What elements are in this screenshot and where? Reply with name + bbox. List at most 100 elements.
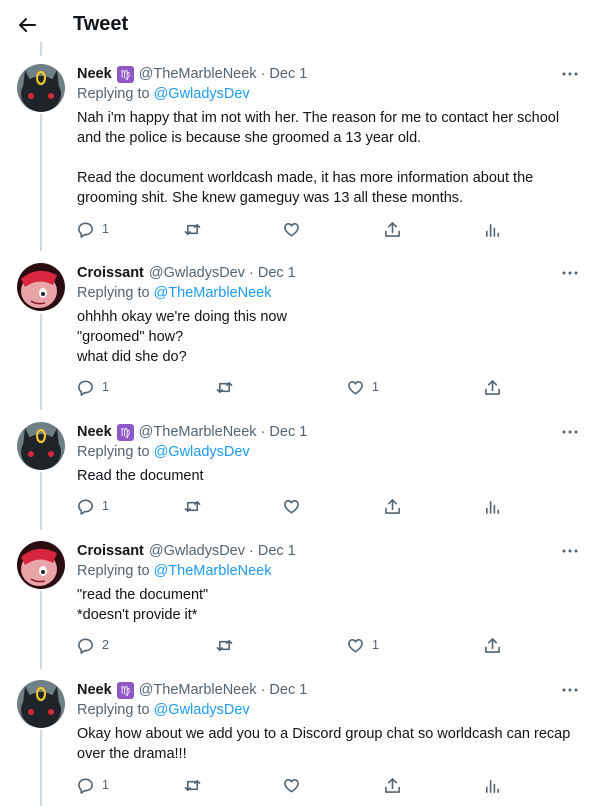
top-bar: Tweet [0,0,595,50]
action-bar: 1 [77,218,507,240]
tweet-text: Nah i'm happy that im not with her. The … [77,110,560,206]
replying-label: Replying to [77,86,150,102]
replying-to-handle[interactable]: @TheMarbleNeek [154,285,272,301]
separator-dot: · [260,66,266,82]
heart-icon [284,222,299,236]
like-button[interactable] [283,774,300,796]
avatar[interactable] [17,263,65,311]
analytics-icon [486,779,499,793]
author-handle[interactable]: @TheMarbleNeek [139,66,257,82]
more-options-button[interactable] [559,680,581,700]
reply-button[interactable]: 1 [77,218,109,240]
tweet-text: Read the document [77,468,204,484]
tweet[interactable]: Neek ♍ @TheMarbleNeek · Dec 1 Replying t… [0,680,595,800]
page-title: Tweet [73,13,129,35]
analytics-button[interactable] [484,495,501,517]
replying-to-handle[interactable]: @GwladysDev [154,444,250,460]
author-name[interactable]: Croissant [77,543,144,559]
author-handle[interactable]: @TheMarbleNeek [139,424,257,440]
reply-button[interactable]: 2 [77,634,109,656]
tweet-date[interactable]: Dec 1 [269,66,307,82]
tweet-date[interactable]: Dec 1 [258,543,296,559]
reply-icon [78,638,93,654]
replying-to: Replying to @GwladysDev [77,702,250,718]
zodiac-badge: ♍ [116,423,134,441]
replying-to: Replying to @TheMarbleNeek [77,563,271,579]
separator-dot: · [249,265,254,281]
tweet-date[interactable]: Dec 1 [258,265,296,281]
like-button[interactable]: 1 [347,376,379,398]
like-button[interactable] [283,218,300,240]
action-bar: 1 [77,774,507,796]
tweet[interactable]: Neek ♍ @TheMarbleNeek · Dec 1 Replying t… [0,64,595,244]
like-button[interactable]: 1 [347,634,379,656]
retweet-button[interactable] [216,634,233,656]
retweet-button[interactable] [216,376,233,398]
share-button[interactable] [384,218,401,240]
avatar[interactable] [17,680,65,728]
author-name[interactable]: Neek [77,424,112,440]
author-handle[interactable]: @GwladysDev [149,543,245,559]
tweet-date[interactable]: Dec 1 [269,424,307,440]
tweet-text: Okay how about we add you to a Discord g… [77,726,571,762]
zodiac-badge: ♍ [116,65,134,83]
heart-icon [348,380,363,394]
replying-to-handle[interactable]: @GwladysDev [154,86,250,102]
reply-button[interactable]: 1 [77,376,109,398]
retweet-icon [216,639,233,651]
separator-dot: · [260,682,266,698]
separator-dot: · [249,543,254,559]
analytics-icon [486,500,499,514]
author-name[interactable]: Neek [77,682,112,698]
share-button[interactable] [384,774,401,796]
more-options-button[interactable] [559,541,581,561]
avatar[interactable] [17,64,65,112]
author-handle[interactable]: @GwladysDev [149,265,245,281]
share-icon [385,498,400,514]
action-bar: 1 1 [77,376,507,398]
tweet[interactable]: Croissant @GwladysDev · Dec 1 Replying t… [0,541,595,661]
avatar[interactable] [17,541,65,589]
analytics-icon [486,223,499,237]
replying-to-handle[interactable]: @GwladysDev [154,702,250,718]
more-icon [562,430,578,434]
thread-line [40,42,42,56]
retweet-icon [184,223,201,235]
retweet-icon [184,779,201,791]
share-button[interactable] [484,634,501,656]
author-name[interactable]: Croissant [77,265,144,281]
tweet[interactable]: Neek ♍ @TheMarbleNeek · Dec 1 Replying t… [0,422,595,522]
more-options-button[interactable] [559,263,581,283]
reply-button[interactable]: 1 [77,495,109,517]
action-bar: 2 1 [77,634,507,656]
tweet[interactable]: Croissant @GwladysDev · Dec 1 Replying t… [0,263,595,403]
avatar[interactable] [17,422,65,470]
replying-to: Replying to @GwladysDev [77,86,250,102]
reply-button[interactable]: 1 [77,774,109,796]
more-icon [562,688,578,692]
retweet-button[interactable] [184,774,201,796]
more-icon [562,72,578,76]
heart-icon [284,778,299,792]
back-button[interactable] [14,12,40,38]
author-handle[interactable]: @TheMarbleNeek [139,682,257,698]
reply-icon [78,380,93,396]
like-button[interactable] [283,495,300,517]
retweet-button[interactable] [184,218,201,240]
replying-to-handle[interactable]: @TheMarbleNeek [154,563,272,579]
retweet-button[interactable] [184,495,201,517]
tweet-text: ohhhh okay we're doing this now "groomed… [77,309,287,365]
author-name[interactable]: Neek [77,66,112,82]
analytics-button[interactable] [484,774,501,796]
share-button[interactable] [484,376,501,398]
more-icon [562,549,578,553]
share-button[interactable] [384,495,401,517]
separator-dot: · [260,424,266,440]
tweet-date[interactable]: Dec 1 [269,682,307,698]
arrow-left-icon [19,18,36,32]
analytics-button[interactable] [484,218,501,240]
more-options-button[interactable] [559,422,581,442]
more-options-button[interactable] [559,64,581,84]
share-icon [485,637,500,653]
action-bar: 1 [77,495,507,517]
